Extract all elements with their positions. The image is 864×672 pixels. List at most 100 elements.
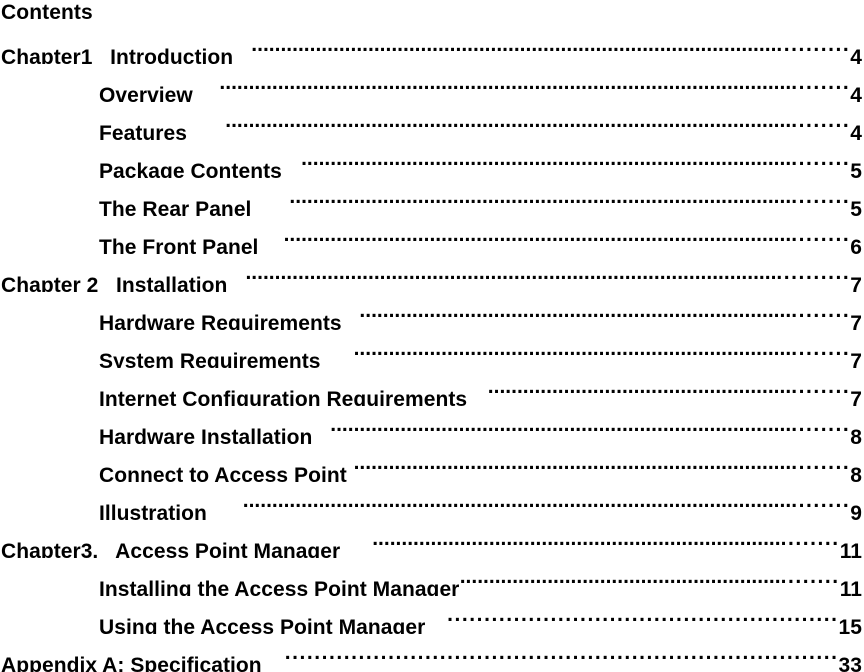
toc-dot-leader-wide: .......... [776, 33, 851, 56]
toc-dot-leader: ........................................… [370, 520, 840, 558]
toc-entry[interactable]: Internet Configuration Requirements ....… [0, 368, 864, 406]
toc-entry-title: Using the Access Point Manager [99, 616, 426, 634]
toc-entry-page-number: 8 [850, 426, 862, 444]
toc-dot-leader: ........................................… [300, 140, 851, 178]
toc-entry[interactable]: Package Contents .......................… [0, 140, 864, 178]
toc-dot-leader-wide: ........ [791, 299, 851, 322]
toc-dot-leader-tight: ........................................… [330, 413, 792, 436]
toc-entry-page-number: 4 [850, 84, 862, 102]
toc-entry[interactable]: Illustration ...........................… [0, 482, 864, 520]
toc-entry-gap [187, 115, 222, 140]
toc-dot-leader-tight: ........................................… [359, 299, 792, 322]
toc-entry-gap [467, 381, 485, 406]
toc-dot-leader-tight: ........................................… [225, 109, 792, 132]
toc-dot-leader-wide: ........ [791, 375, 851, 398]
toc-entry[interactable]: The Rear Panel .........................… [0, 178, 864, 216]
toc-entry[interactable]: Using the Access Point Manager .........… [0, 596, 864, 634]
toc-dot-leader-tight: ........................................… [353, 337, 792, 360]
toc-entry-page-number: 9 [850, 502, 862, 520]
toc-entry[interactable]: The Front Panel ........................… [0, 216, 864, 254]
toc-dot-leader: ........................................… [245, 254, 850, 292]
toc-entry-gap [251, 191, 286, 216]
toc-dot-leader: ........................................… [282, 216, 850, 254]
toc-dot-leader-tight: ........................................… [245, 261, 777, 284]
toc-dot-leader-tight: ........................................… [219, 71, 792, 94]
toc-entry-page-number: 15 [838, 616, 862, 634]
toc-entry-page-number: 11 [839, 540, 862, 558]
toc-entry[interactable]: Overview ...............................… [0, 64, 864, 102]
toc-entry-title: Internet Configuration Requirements [99, 388, 468, 406]
toc-entry-title: Connect to Access Point [99, 464, 347, 482]
toc-dot-leader: ........................................… [251, 26, 850, 64]
toc-entry-page-number: 7 [850, 350, 862, 368]
toc-entry-list: Chapter1 Introduction ..................… [0, 26, 864, 672]
toc-dot-leader-wide: ........ [780, 527, 840, 550]
toc-dot-leader-tight: ........................................… [301, 147, 792, 170]
toc-dot-leader-tight: ........................................… [283, 223, 792, 246]
toc-entry-gap [233, 39, 251, 64]
toc-entry-title: Illustration [99, 502, 207, 520]
toc-dot-leader: ........................................… [222, 102, 850, 140]
toc-entry-page-number: 4 [850, 46, 862, 64]
toc-dot-leader: ........................................… [353, 444, 851, 482]
toc-dot-leader: ........................................… [242, 482, 850, 520]
toc-dot-leader-tight: ........................................… [372, 527, 781, 550]
toc-entry-gap [193, 77, 217, 102]
toc-entry-page-number: 7 [850, 274, 862, 292]
toc-entry[interactable]: Chapter 2 Installation .................… [0, 254, 864, 292]
toc-entry-gap [340, 533, 369, 558]
toc-dot-leader-wide: ........ [791, 223, 851, 246]
toc-dot-leader-wide: ........ [791, 185, 851, 208]
toc-entry[interactable]: Installing the Access Point Manager.....… [0, 558, 864, 596]
toc-entry-title: Installing the Access Point Manager [99, 578, 460, 596]
toc-dot-leader-wide: ........ [791, 147, 851, 170]
toc-dot-leader-wide: ........ [791, 109, 851, 132]
toc-entry[interactable]: Chapter3. Access Point Manager .........… [0, 520, 864, 558]
toc-entry-title: Chapter1 Introduction [1, 46, 234, 64]
toc-dot-leader-wide: ........ [791, 489, 851, 512]
toc-entry[interactable]: Chapter1 Introduction ..................… [0, 26, 864, 64]
toc-entry-gap [282, 153, 300, 178]
toc-entry-page-number: 7 [850, 388, 862, 406]
toc-dot-leader: ........................................… [216, 64, 850, 102]
toc-dot-leader-wide: ........................................… [284, 641, 839, 664]
toc-entry-gap [227, 267, 245, 292]
toc-dot-leader-wide: ........ [791, 71, 851, 94]
toc-dot-leader: ........................................… [485, 368, 851, 406]
toc-entry-title: Hardware Installation [99, 426, 313, 444]
toc-entry-gap [321, 343, 350, 368]
toc-entry[interactable]: Features ...............................… [0, 102, 864, 140]
toc-dot-leader: ........................................… [443, 596, 839, 634]
toc-entry-page-number: 7 [850, 312, 862, 330]
toc-entry[interactable]: Connect to Access Point ................… [0, 444, 864, 482]
toc-entry[interactable]: System Requirements ....................… [0, 330, 864, 368]
toc-entry-title: The Rear Panel [99, 198, 252, 216]
toc-dot-leader-wide: ........ [791, 413, 851, 436]
toc-entry[interactable]: Appendix A: Specification ..............… [0, 634, 864, 672]
toc-dot-leader-tight: ........................................… [251, 33, 777, 56]
toc-entry[interactable]: Hardware Requirements ..................… [0, 292, 864, 330]
toc-dot-leader-tight: ........................................… [487, 375, 792, 398]
toc-entry[interactable]: Hardware Installation ..................… [0, 406, 864, 444]
toc-entry-title: Package Contents [99, 160, 282, 178]
toc-entry-title: The Front Panel [99, 236, 259, 254]
toc-dot-leader-tight: ........................................… [353, 451, 792, 474]
toc-entry-page-number: 8 [850, 464, 862, 482]
toc-dot-leader: ........................................… [330, 406, 850, 444]
toc-entry-page-number: 5 [850, 160, 862, 178]
toc-entry-gap [258, 229, 282, 254]
toc-dot-leader-tight: ........................................… [242, 489, 792, 512]
page-title: Contents [1, 1, 93, 24]
toc-dot-leader-tight: ........................................… [289, 185, 792, 208]
toc-dot-leader-tight: ........................................… [459, 565, 781, 588]
toc-dot-leader-wide: ........ [791, 451, 851, 474]
toc-entry-title: Overview [99, 84, 193, 102]
toc-entry-title: System Requirements [99, 350, 321, 368]
toc-dot-leader: ........................................… [359, 292, 850, 330]
toc-entry-gap [342, 305, 360, 330]
toc-dot-leader-wide: .......... [776, 261, 851, 284]
toc-entry-page-number: 11 [839, 578, 862, 596]
toc-entry-gap [312, 419, 330, 444]
toc-dot-leader-wide: ........ [780, 565, 840, 588]
toc-entry-title: Chapter3. Access Point Manager [1, 540, 341, 558]
